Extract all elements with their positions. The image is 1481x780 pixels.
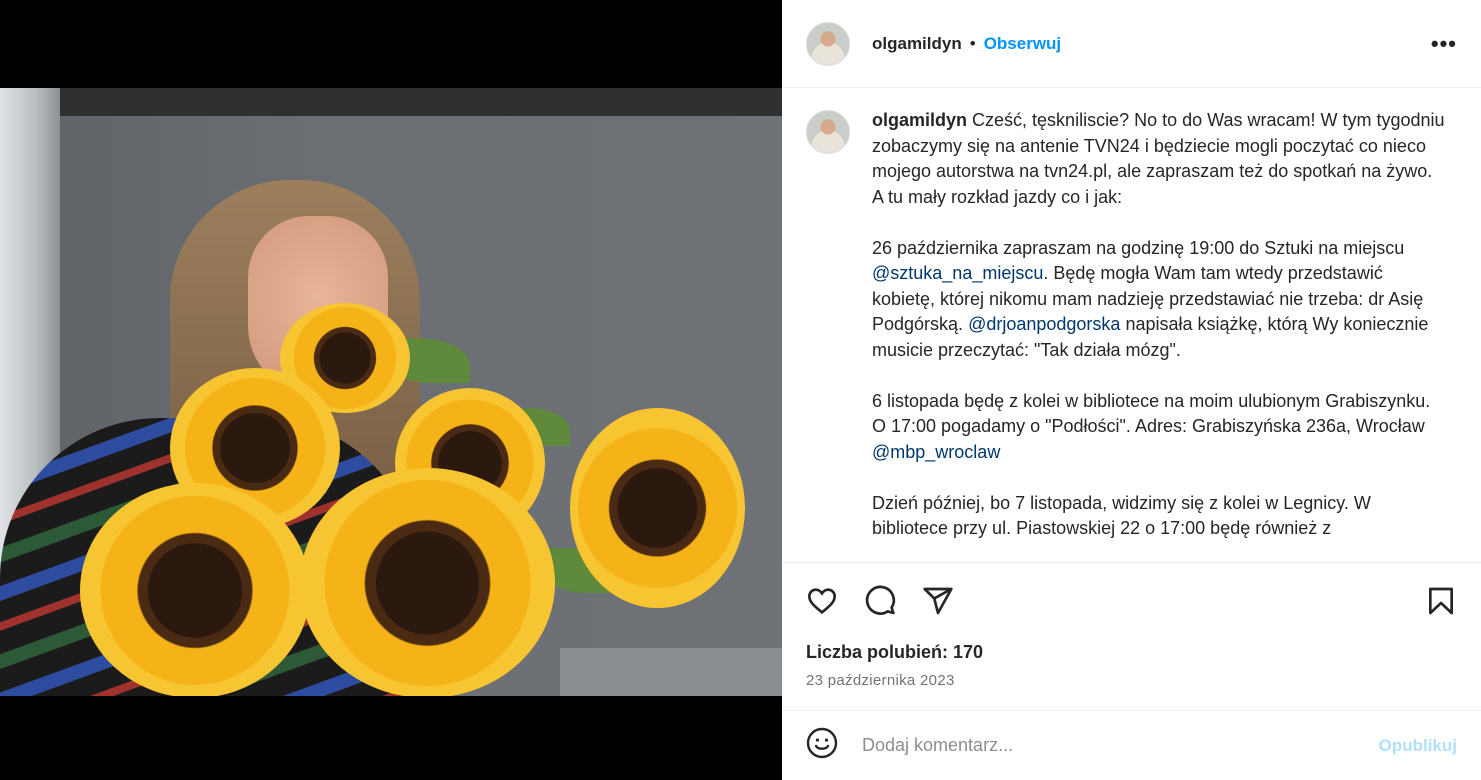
share-icon [923,587,953,614]
post-modal: olgamildyn • Obserwuj ••• olgamildyn Cze… [0,0,1481,780]
separator-dot: • [969,33,976,53]
caption-section: olgamildyn Cześć, tęskniliscie? No to do… [782,88,1481,562]
follow-button[interactable]: Obserwuj [984,34,1061,54]
post-date[interactable]: 23 października 2023 [806,672,955,689]
post-header: olgamildyn • Obserwuj ••• [782,0,1481,88]
username-link[interactable]: olgamildyn [872,34,962,54]
publish-button[interactable]: Opublikuj [1379,736,1457,756]
caption-text: olgamildyn Cześć, tęskniliscie? No to do… [872,108,1447,562]
post-media [0,0,782,780]
post-details: olgamildyn • Obserwuj ••• olgamildyn Cze… [782,0,1481,780]
comment-bar: Opublikuj [782,710,1481,780]
emoji-button[interactable] [806,727,838,764]
mention-link[interactable]: @sztuka_na_miejscu [872,263,1043,283]
post-photo[interactable] [0,88,782,696]
save-button[interactable] [1423,583,1459,619]
bookmark-icon [1429,587,1453,614]
caption-paragraph-3: 6 listopada będę z kolei w bibliotece na… [872,390,1431,437]
more-options-icon[interactable]: ••• [1431,31,1457,57]
caption-avatar[interactable] [806,110,850,154]
caption-username[interactable]: olgamildyn [872,110,967,130]
mention-link[interactable]: @drjoanpodgorska [968,314,1120,334]
heart-icon [807,587,837,614]
emoji-icon [806,727,838,759]
mention-link[interactable]: @mbp_wroclaw [872,442,1000,462]
comment-icon [865,585,896,615]
comment-input[interactable] [862,735,1367,756]
comment-button[interactable] [862,583,898,619]
action-bar [782,562,1481,638]
share-button[interactable] [920,583,956,619]
likes-count[interactable]: Liczba polubień: 170 [806,642,983,663]
caption-paragraph-2: 26 października zapraszam na godzinę 19:… [872,237,1405,258]
like-button[interactable] [804,583,840,619]
caption-paragraph-4: Dzień później, bo 7 listopada, widzimy s… [872,492,1371,539]
avatar[interactable] [806,21,850,66]
